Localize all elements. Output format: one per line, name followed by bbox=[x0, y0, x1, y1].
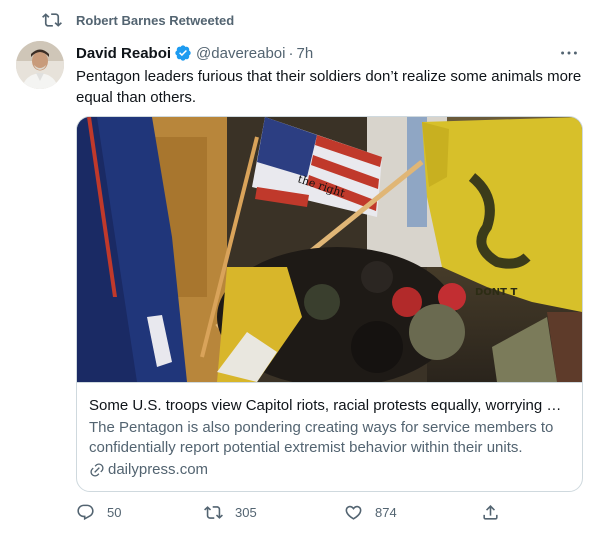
social-context-label: Robert Barnes Retweeted bbox=[76, 12, 235, 28]
tweet-header: David Reaboi @davereaboi · 7h bbox=[76, 42, 582, 64]
verified-badge-icon bbox=[175, 45, 191, 61]
card-info[interactable]: Some U.S. troops view Capitol riots, rac… bbox=[77, 382, 582, 491]
separator: · bbox=[288, 44, 294, 62]
more-icon[interactable] bbox=[558, 42, 580, 64]
card-image-flag-text: DONT T bbox=[475, 287, 517, 298]
reply-button[interactable]: 50 bbox=[76, 503, 121, 522]
retweet-icon bbox=[204, 506, 223, 519]
share-button[interactable] bbox=[481, 503, 500, 522]
retweet-count: 305 bbox=[235, 505, 257, 520]
reply-count: 50 bbox=[107, 505, 122, 520]
like-icon bbox=[345, 505, 362, 520]
card-title[interactable]: Some U.S. troops view Capitol riots, rac… bbox=[89, 396, 570, 416]
tweet-actions: 50 305 874 bbox=[76, 503, 516, 525]
like-count: 874 bbox=[375, 505, 397, 520]
card-domain[interactable]: dailypress.com bbox=[89, 460, 570, 480]
tweet-text: Pentagon leaders furious that their sold… bbox=[76, 68, 582, 106]
card-domain-text: dailypress.com bbox=[108, 461, 209, 478]
user-handle[interactable]: @davereaboi bbox=[196, 45, 285, 62]
reply-icon bbox=[77, 504, 94, 521]
link-card[interactable]: the right DONT T Some U.S. troops view C… bbox=[76, 116, 583, 492]
display-name[interactable]: David Reaboi bbox=[76, 45, 171, 62]
card-description: The Pentagon is also pondering creating … bbox=[89, 419, 554, 456]
avatar[interactable] bbox=[16, 41, 64, 89]
card-image[interactable]: the right DONT T bbox=[77, 117, 582, 382]
social-context[interactable]: Robert Barnes Retweeted bbox=[42, 10, 234, 30]
retweet-button[interactable]: 305 bbox=[204, 503, 257, 522]
timestamp[interactable]: 7h bbox=[296, 45, 313, 62]
like-button[interactable]: 874 bbox=[344, 503, 397, 522]
share-icon bbox=[483, 505, 498, 520]
link-icon bbox=[90, 463, 104, 477]
retweet-icon bbox=[42, 13, 62, 27]
